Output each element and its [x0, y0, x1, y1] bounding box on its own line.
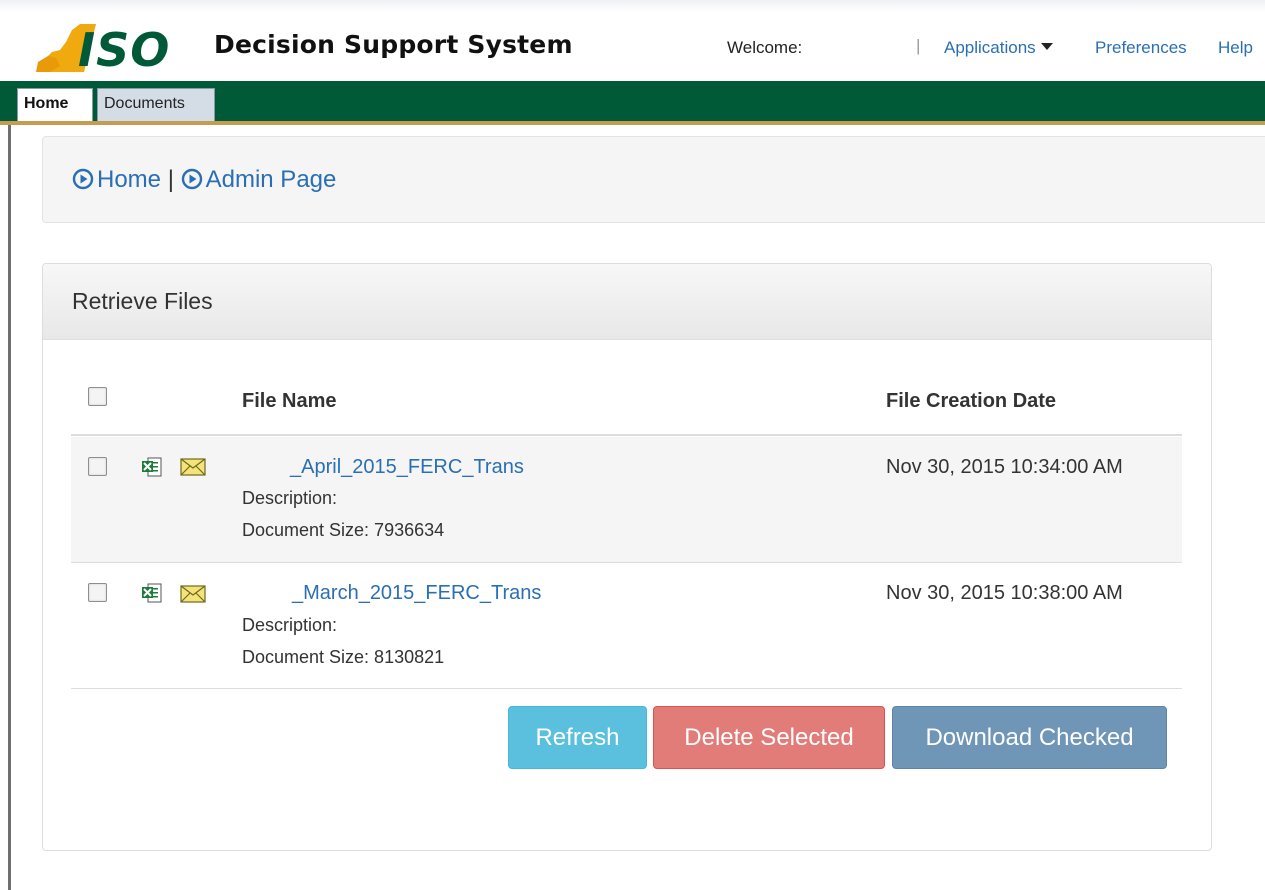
help-link[interactable]: Help [1218, 38, 1253, 58]
row-checkbox[interactable] [88, 457, 107, 476]
download-checked-button[interactable]: Download Checked [892, 706, 1167, 769]
description-label: Description: [242, 615, 338, 635]
applications-menu[interactable]: Applications [944, 38, 1053, 58]
excel-file-icon[interactable] [141, 582, 163, 604]
tab-home[interactable]: Home [17, 88, 93, 121]
email-icon[interactable] [180, 458, 206, 476]
app-title: Decision Support System [214, 30, 573, 59]
panel-heading [43, 264, 1211, 340]
breadcrumb-home-label: Home [97, 166, 162, 193]
row-checkbox[interactable] [88, 583, 107, 602]
svg-text:ISO: ISO [78, 23, 170, 74]
row-divider [71, 688, 1182, 689]
document-size: Document Size: 8130821 [242, 647, 445, 667]
column-header-creation-date: File Creation Date [886, 390, 1057, 412]
excel-file-icon[interactable] [141, 456, 163, 478]
delete-selected-button[interactable]: Delete Selected [653, 706, 885, 769]
table-header-divider [71, 434, 1182, 436]
tab-documents[interactable]: Documents [97, 88, 215, 121]
email-icon[interactable] [180, 585, 206, 603]
applications-label: Applications [944, 38, 1036, 57]
row-divider [71, 562, 1182, 563]
welcome-label: Welcome: [727, 38, 803, 57]
nav-separator: | [916, 36, 921, 55]
panel-title: Retrieve Files [72, 288, 213, 314]
creation-date: Nov 30, 2015 10:34:00 AM [886, 456, 1123, 478]
breadcrumb-divider: | [167, 166, 174, 193]
description-label: Description: [242, 488, 338, 508]
breadcrumb-admin-label: Admin Page [205, 166, 337, 193]
refresh-button[interactable]: Refresh [508, 706, 647, 769]
breadcrumb-home[interactable]: Home [72, 166, 161, 193]
frame-edge [8, 125, 11, 890]
file-link[interactable]: _April_2015_FERC_Trans [290, 456, 524, 479]
creation-date: Nov 30, 2015 10:38:00 AM [886, 582, 1123, 604]
select-all-checkbox[interactable] [88, 387, 107, 406]
file-link[interactable]: _March_2015_FERC_Trans [292, 582, 541, 605]
tab-bar-divider [0, 121, 1265, 125]
preferences-link[interactable]: Preferences [1095, 38, 1187, 58]
caret-down-icon [1040, 43, 1053, 50]
document-size: Document Size: 7936634 [242, 520, 445, 540]
circle-arrow-icon [72, 168, 94, 190]
nyiso-logo: ISO [36, 23, 170, 74]
circle-arrow-icon [181, 168, 202, 190]
breadcrumb: Home | Admin Page [72, 166, 336, 194]
column-header-file-name: File Name [242, 390, 337, 412]
breadcrumb-admin[interactable]: Admin Page [181, 166, 337, 193]
